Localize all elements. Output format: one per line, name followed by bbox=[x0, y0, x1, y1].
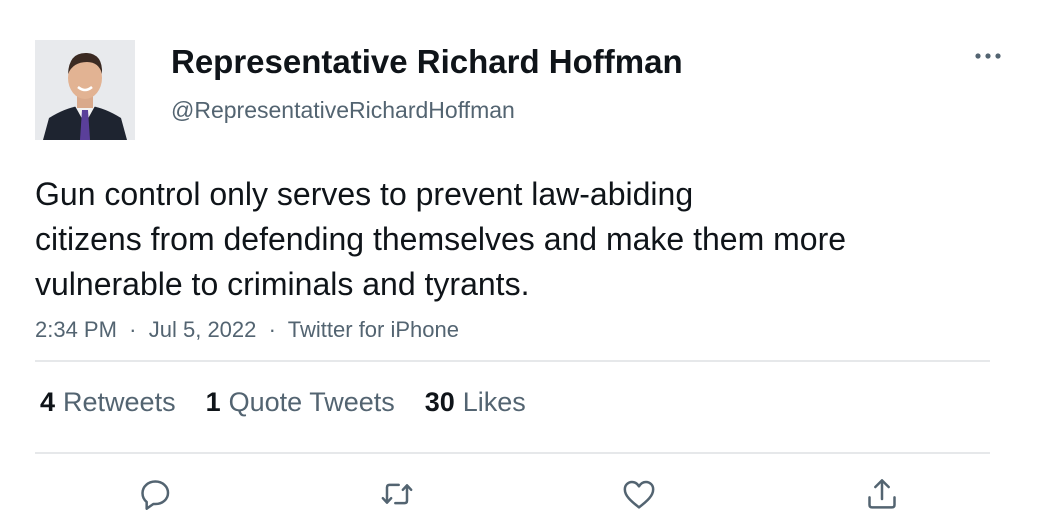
tweet-date[interactable]: Jul 5, 2022 bbox=[149, 317, 257, 342]
tweet-meta: 2:34 PM · Jul 5, 2022 · Twitter for iPho… bbox=[35, 317, 459, 343]
likes-label: Likes bbox=[462, 387, 526, 417]
meta-separator: · bbox=[123, 317, 143, 342]
share-icon bbox=[868, 479, 896, 509]
heart-icon bbox=[623, 480, 655, 509]
retweets-stat[interactable]: 4 Retweets bbox=[40, 387, 176, 418]
tweet-text-line: Gun control only serves to prevent law-a… bbox=[35, 176, 694, 212]
display-name[interactable]: Representative Richard Hoffman bbox=[171, 43, 683, 81]
divider bbox=[35, 360, 990, 362]
tweet-source[interactable]: Twitter for iPhone bbox=[288, 317, 459, 342]
more-dots-icon[interactable] bbox=[970, 44, 1006, 68]
meta-separator: · bbox=[262, 317, 283, 342]
tweet-text-line: citizens from defending themselves and m… bbox=[35, 221, 847, 257]
tweet-text: Gun control only serves to prevent law-a… bbox=[35, 172, 995, 307]
quote-tweets-label: Quote Tweets bbox=[228, 387, 395, 417]
retweets-label: Retweets bbox=[63, 387, 176, 417]
reply-button[interactable] bbox=[133, 472, 177, 516]
quote-tweets-count: 1 bbox=[205, 387, 221, 417]
reply-icon bbox=[141, 480, 170, 510]
engagement-stats: 4 Retweets 1 Quote Tweets 30 Likes bbox=[40, 387, 526, 418]
user-handle[interactable]: @RepresentativeRichardHoffman bbox=[171, 97, 515, 124]
like-button[interactable] bbox=[617, 472, 661, 516]
action-bar bbox=[0, 472, 1050, 518]
tweet-text-line: vulnerable to criminals and tyrants. bbox=[35, 266, 530, 302]
share-button[interactable] bbox=[860, 472, 904, 516]
likes-count: 30 bbox=[424, 387, 455, 417]
avatar[interactable] bbox=[35, 40, 135, 140]
quote-tweets-stat[interactable]: 1 Quote Tweets bbox=[206, 387, 395, 418]
likes-stat[interactable]: 30 Likes bbox=[425, 387, 526, 418]
retweets-count: 4 bbox=[40, 387, 56, 417]
divider bbox=[35, 452, 990, 454]
tweet-card: Representative Richard Hoffman @Represen… bbox=[0, 0, 1050, 525]
retweet-button[interactable] bbox=[375, 472, 419, 516]
tweet-time[interactable]: 2:34 PM bbox=[35, 317, 117, 342]
retweet-icon bbox=[381, 483, 413, 505]
